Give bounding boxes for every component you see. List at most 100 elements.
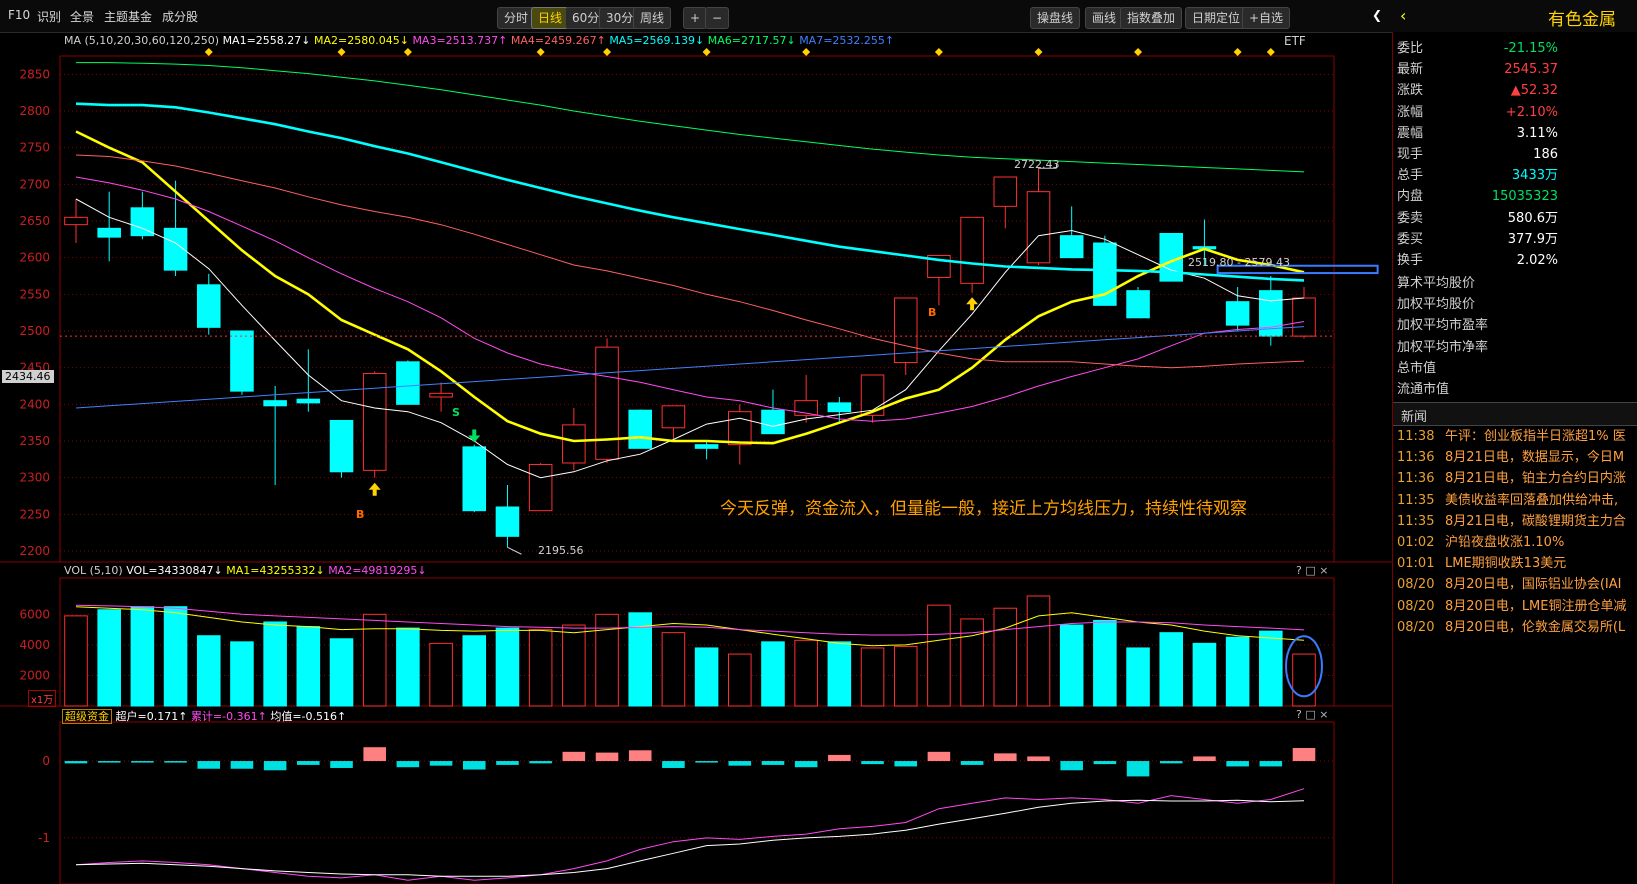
quote-stat-label: 算术平均股价 [1397, 276, 1476, 291]
candle-body [661, 405, 686, 429]
news-headline: 8月21日电，碳酸锂期货主力合 [1445, 513, 1626, 529]
candle-body [429, 392, 453, 398]
chart-area[interactable]: 2200225023002350240024502500255026002650… [0, 32, 1392, 884]
ma-line-ma3 [75, 176, 1305, 422]
vol-panel-controls[interactable]: ? □ × [1296, 564, 1328, 577]
volume-bar [927, 604, 951, 707]
constituents-link[interactable]: 成分股 [162, 8, 198, 25]
news-item[interactable]: 01:01 LME期铜收跌13美元 [1397, 553, 1566, 575]
volume-bar [64, 615, 88, 707]
recognize-link[interactable]: 识别 [37, 8, 61, 25]
news-title: 新闻 [1401, 410, 1428, 425]
candle-body [694, 444, 719, 449]
news-item[interactable]: 08/20 8月20日电，国际铝业协会(IAI [1397, 574, 1621, 596]
price-tick-label: 2250 [19, 507, 50, 521]
index-overlay-button[interactable]: 指数叠加 [1120, 7, 1183, 29]
fund-bar [695, 761, 718, 763]
news-item[interactable]: 01:02 沪铅夜盘收涨1.10% [1397, 532, 1564, 554]
fund-bar [761, 761, 785, 765]
collapse-icon[interactable]: ❮ [1372, 8, 1382, 22]
volume-tick-label: 2000 [19, 668, 50, 682]
news-item[interactable]: 11:35 美债收益率回落叠加供给冲击, [1397, 490, 1618, 512]
fund-bar [861, 761, 884, 765]
volume-bar [1192, 642, 1217, 707]
news-item[interactable]: 11:36 8月21日电，铂主力合约日内涨 [1397, 468, 1626, 490]
f10-link[interactable]: F10 [8, 8, 30, 22]
zoom-out-button[interactable]: − [705, 7, 730, 29]
theme-fund-link[interactable]: 主题基金 [104, 8, 152, 25]
vol-unit-label: x1万 [28, 690, 57, 707]
news-headline: 8月21日电，铂主力合约日内涨 [1445, 471, 1626, 487]
trading-line-button[interactable]: 操盘线 [1030, 7, 1081, 29]
low-callout-line [507, 546, 522, 555]
news-time: 11:38 [1397, 429, 1435, 444]
quote-value: 377.9万 [1507, 231, 1558, 247]
news-time: 01:02 [1397, 535, 1435, 550]
panorama-link[interactable]: 全景 [70, 8, 94, 25]
event-marker-icon [802, 48, 811, 56]
volume-bar [661, 632, 686, 707]
fund-panel-controls[interactable]: ? □ × [1296, 708, 1328, 721]
news-headline: LME期铜收跌13美元 [1445, 556, 1567, 572]
fund-bar [960, 761, 984, 765]
quote-value: 15035323 [1491, 189, 1558, 205]
candle-body [727, 411, 752, 446]
volume-bar [694, 647, 719, 707]
low-price-label: 2195.56 [538, 544, 584, 557]
draw-line-button[interactable]: 画线 [1085, 7, 1124, 29]
period-tab-weekly[interactable]: 周线 [633, 7, 672, 29]
ma2-value: MA2=2580.045↓ [314, 34, 409, 47]
volume-bar [761, 641, 785, 707]
volume-bar [130, 606, 155, 707]
candle-body [628, 409, 653, 449]
news-item[interactable]: 08/20 8月20日电，伦敦金属交易所(L [1397, 617, 1625, 639]
quote-stat-label: 加权平均股价 [1397, 297, 1476, 313]
volume-bar [1292, 653, 1316, 707]
back-icon[interactable]: ‹ [1400, 6, 1406, 25]
vol-legend-prefix[interactable]: VOL [64, 564, 86, 577]
quote-value: -21.15% [1503, 41, 1558, 56]
fund-bar [529, 761, 552, 764]
volume-bar [1259, 630, 1283, 707]
quote-label: 委买 [1397, 231, 1424, 247]
quote-stat-label: 总市值 [1397, 360, 1437, 376]
fund-bar [1292, 747, 1316, 762]
news-item[interactable]: 11:35 8月21日电，碳酸锂期货主力合 [1397, 511, 1626, 533]
period-tab-daily[interactable]: 日线 [531, 7, 570, 29]
fund-line [75, 788, 1305, 881]
event-marker-icon [536, 48, 545, 56]
quote-label: 内盘 [1397, 189, 1424, 205]
quote-value: 580.6万 [1507, 210, 1558, 226]
candle-body [1026, 191, 1051, 264]
news-item[interactable]: 08/20 8月20日电，LME铜注册仓单减 [1397, 596, 1627, 618]
news-item[interactable]: 11:36 8月21日电，数据显示，今日M [1397, 447, 1624, 469]
fund-panel: 0 -1 [38, 747, 1334, 881]
analysis-comment: 今天反弹，资金流入，但量能一般，接近上方均线压力，持续性待观察 [720, 499, 1247, 519]
volume-bar [230, 641, 254, 707]
fund-bar [628, 750, 652, 762]
fund-legend: 超级资金 超户=0.171↑ 累计=-0.361↑ 均值=-0.516↑ [62, 708, 346, 724]
vol-ma2-value: MA2=49819295↓ [328, 564, 427, 577]
add-watchlist-button[interactable]: +自选 [1242, 7, 1291, 29]
date-locate-button[interactable]: 日期定位 [1185, 7, 1248, 29]
fund-indicator-select[interactable]: 超级资金 [62, 709, 112, 724]
candle-body [230, 330, 254, 392]
quote-stat-label: 加权平均市净率 [1397, 339, 1489, 355]
period-tab-intraday[interactable]: 分时 [497, 7, 536, 29]
quote-value: 3433万 [1511, 168, 1558, 184]
news-headline: 8月20日电，伦敦金属交易所(L [1445, 619, 1626, 635]
quote-value: +2.10% [1505, 104, 1558, 120]
etf-label[interactable]: ETF [1284, 34, 1306, 48]
news-headline: 8月21日电，数据显示，今日M [1445, 450, 1625, 466]
ma1-value: MA1=2558.27↓ [222, 34, 311, 47]
volume-bar [827, 641, 852, 707]
volume-bar [528, 629, 553, 707]
ma-legend-prefix[interactable]: MA [64, 34, 81, 47]
news-headline: 美债收益率回落叠加供给冲击, [1445, 492, 1619, 508]
ma-legend-params: (5,10,20,30,60,120,250) [84, 34, 220, 47]
news-time: 11:35 [1397, 492, 1435, 508]
news-item[interactable]: 11:38 午评：创业板指半日涨超1% 医 [1397, 426, 1626, 448]
zoom-in-button[interactable]: + [683, 7, 708, 29]
quote-value: 2.02% [1516, 253, 1558, 268]
quote-label: 委比 [1397, 41, 1424, 56]
